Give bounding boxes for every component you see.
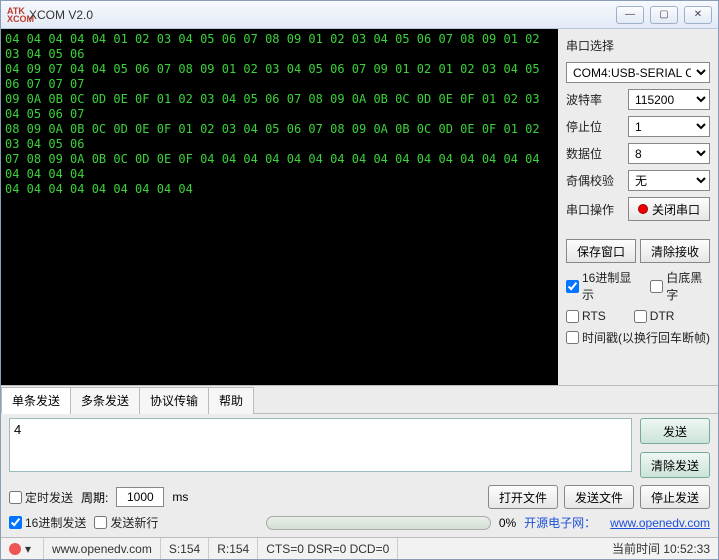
hex-display-checkbox[interactable]: [566, 280, 579, 293]
period-label: 周期:: [81, 489, 108, 506]
timestamp-checkbox[interactable]: [566, 331, 579, 344]
port-select-label: 串口选择: [566, 37, 710, 54]
parity-label: 奇偶校验: [566, 172, 614, 189]
app-icon: ATKXCOM: [7, 7, 23, 23]
baud-select[interactable]: 115200: [628, 89, 710, 110]
lower-panel: 单条发送 多条发送 协议传输 帮助 4 发送 清除发送 定时发送 周期: ms …: [1, 385, 718, 537]
status-bar: ▾ www.openedv.com S:154 R:154 CTS=0 DSR=…: [1, 537, 718, 559]
stop-send-button[interactable]: 停止发送: [640, 485, 710, 509]
tab-protocol[interactable]: 协议传输: [139, 387, 209, 414]
tab-multi-send[interactable]: 多条发送: [70, 387, 140, 414]
status-indicator: ▾: [1, 538, 44, 559]
data-label: 数据位: [566, 145, 602, 162]
app-window: ATKXCOM XCOM V2.0 — ▢ ✕ 04 04 04 04 04 0…: [0, 0, 719, 560]
open-file-button[interactable]: 打开文件: [488, 485, 558, 509]
send-button[interactable]: 发送: [640, 418, 710, 444]
progress-bar: [266, 516, 490, 530]
maximize-button[interactable]: ▢: [650, 6, 678, 24]
window-title: XCOM V2.0: [29, 8, 93, 22]
minimize-button[interactable]: —: [616, 6, 644, 24]
stop-label: 停止位: [566, 118, 602, 135]
port-select[interactable]: COM4:USB-SERIAL CH340: [566, 62, 710, 83]
send-textarea[interactable]: 4: [9, 418, 632, 472]
status-time: 当前时间 10:52:33: [604, 538, 718, 559]
clear-receive-button[interactable]: 清除接收: [640, 239, 710, 263]
tabs: 单条发送 多条发送 协议传输 帮助: [1, 386, 718, 414]
timed-send-checkbox[interactable]: [9, 491, 22, 504]
close-port-button[interactable]: 关闭串口: [628, 197, 710, 221]
save-window-button[interactable]: 保存窗口: [566, 239, 636, 263]
dtr-checkbox[interactable]: [634, 310, 647, 323]
send-newline-checkbox[interactable]: [94, 516, 107, 529]
stopbit-select[interactable]: 1: [628, 116, 710, 137]
bw-checkbox[interactable]: [650, 280, 663, 293]
progress-percent: 0%: [499, 516, 516, 530]
rts-checkbox[interactable]: [566, 310, 579, 323]
record-icon: [638, 204, 648, 214]
hex-send-checkbox[interactable]: [9, 516, 22, 529]
clear-send-button[interactable]: 清除发送: [640, 452, 710, 478]
status-received: R:154: [209, 538, 258, 559]
site-link[interactable]: www.openedv.com: [610, 516, 710, 530]
status-signals: CTS=0 DSR=0 DCD=0: [258, 538, 398, 559]
parity-select[interactable]: 无: [628, 170, 710, 191]
period-input[interactable]: [116, 487, 164, 507]
close-button[interactable]: ✕: [684, 6, 712, 24]
tab-help[interactable]: 帮助: [208, 387, 254, 414]
send-file-button[interactable]: 发送文件: [564, 485, 634, 509]
serial-console[interactable]: 04 04 04 04 04 01 02 03 04 05 06 07 08 0…: [1, 29, 558, 385]
status-url[interactable]: www.openedv.com: [44, 538, 161, 559]
status-dot-icon: [9, 543, 21, 555]
baud-label: 波特率: [566, 91, 602, 108]
period-unit: ms: [172, 490, 188, 504]
op-label: 串口操作: [566, 201, 614, 218]
status-sent: S:154: [161, 538, 209, 559]
tab-single-send[interactable]: 单条发送: [1, 387, 71, 414]
link-label: 开源电子网：: [524, 514, 596, 531]
titlebar: ATKXCOM XCOM V2.0 — ▢ ✕: [1, 1, 718, 29]
side-panel: 串口选择 COM4:USB-SERIAL CH340 波特率 115200 停止…: [558, 29, 718, 385]
databit-select[interactable]: 8: [628, 143, 710, 164]
